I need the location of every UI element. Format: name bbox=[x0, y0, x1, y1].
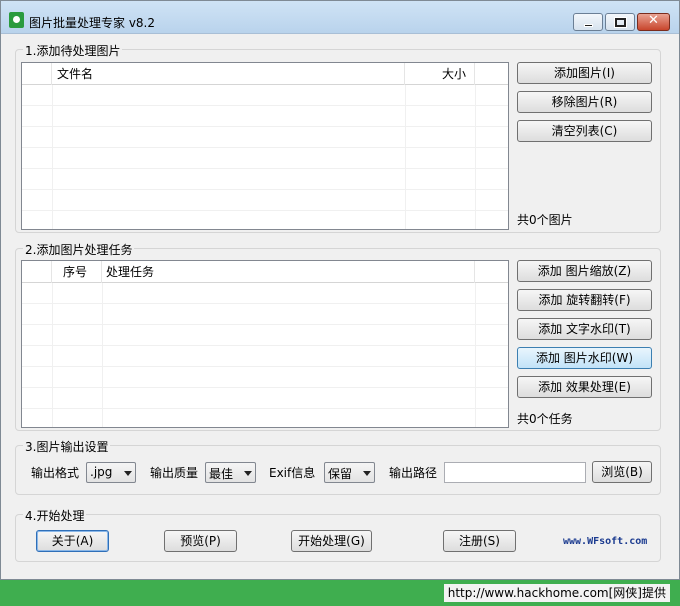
add-image-watermark-button[interactable]: 添加 图片水印(W) bbox=[517, 347, 652, 369]
output-path-input[interactable] bbox=[444, 462, 586, 483]
add-images-group-label: 1.添加待处理图片 bbox=[23, 42, 123, 59]
maximize-icon bbox=[614, 17, 627, 28]
output-format-label: 输出格式 bbox=[31, 466, 80, 480]
table-row bbox=[22, 106, 508, 127]
column-header-size[interactable]: 大小 bbox=[405, 63, 475, 85]
start-process-button[interactable]: 开始处理(G) bbox=[291, 530, 372, 552]
task-count: 共0个任务 bbox=[517, 412, 573, 426]
exif-select[interactable]: 保留 bbox=[324, 462, 375, 483]
column-header-blank[interactable] bbox=[22, 261, 52, 283]
table-row bbox=[22, 283, 508, 304]
output-quality-select[interactable]: 最佳 bbox=[205, 462, 256, 483]
output-format-select[interactable]: .jpg bbox=[86, 462, 136, 483]
register-button[interactable]: 注册(S) bbox=[443, 530, 516, 552]
add-image-button[interactable]: 添加图片(I) bbox=[517, 62, 652, 84]
table-row bbox=[22, 169, 508, 190]
output-quality-value: 最佳 bbox=[209, 467, 234, 481]
start-group-label: 4.开始处理 bbox=[23, 507, 87, 524]
add-effect-task-button[interactable]: 添加 效果处理(E) bbox=[517, 376, 652, 398]
column-header-seq[interactable]: 序号 bbox=[52, 261, 102, 283]
column-header-filler bbox=[475, 63, 508, 85]
output-format-value: .jpg bbox=[90, 465, 113, 479]
column-header-filename[interactable]: 文件名 bbox=[52, 63, 405, 85]
add-resize-task-button[interactable]: 添加 图片缩放(Z) bbox=[517, 260, 652, 282]
table-row bbox=[22, 304, 508, 325]
minimize-button[interactable] bbox=[573, 13, 603, 31]
task-list[interactable]: 序号 处理任务 bbox=[21, 260, 509, 428]
minimize-icon bbox=[584, 24, 593, 27]
image-list-header: 文件名 大小 bbox=[22, 63, 508, 85]
column-header-task[interactable]: 处理任务 bbox=[102, 261, 475, 283]
exif-value: 保留 bbox=[328, 467, 353, 481]
browse-button[interactable]: 浏览(B) bbox=[592, 461, 652, 483]
about-button[interactable]: 关于(A) bbox=[36, 530, 109, 552]
table-row bbox=[22, 211, 508, 229]
preview-button[interactable]: 预览(P) bbox=[164, 530, 237, 552]
table-row bbox=[22, 409, 508, 427]
image-count: 共0个图片 bbox=[517, 213, 573, 227]
table-row bbox=[22, 346, 508, 367]
output-quality-label: 输出质量 bbox=[150, 466, 199, 480]
app-icon bbox=[9, 12, 24, 28]
table-row bbox=[22, 367, 508, 388]
close-button[interactable]: ✕ bbox=[637, 13, 670, 31]
table-row bbox=[22, 127, 508, 148]
exif-label: Exif信息 bbox=[269, 466, 316, 480]
table-row bbox=[22, 388, 508, 409]
table-row bbox=[22, 325, 508, 346]
image-list[interactable]: 文件名 大小 bbox=[21, 62, 509, 230]
footer-credit: http://www.hackhome.com[网侠]提供 bbox=[443, 584, 670, 602]
output-settings-group-label: 3.图片输出设置 bbox=[23, 438, 111, 455]
chevron-down-icon bbox=[363, 471, 371, 476]
chevron-down-icon bbox=[124, 471, 132, 476]
window-title: 图片批量处理专家 v8.2 bbox=[29, 16, 156, 30]
output-path-label: 输出路径 bbox=[389, 466, 438, 480]
clear-list-button[interactable]: 清空列表(C) bbox=[517, 120, 652, 142]
website-link[interactable]: www.WFsoft.com bbox=[563, 536, 647, 547]
column-header-index[interactable] bbox=[22, 63, 52, 85]
main-window: 图片批量处理专家 v8.2 ✕ 1.添加待处理图片 文件名 大小 添加图片(I)… bbox=[0, 0, 680, 580]
add-rotate-task-button[interactable]: 添加 旋转翻转(F) bbox=[517, 289, 652, 311]
column-header-filler bbox=[475, 261, 508, 283]
add-text-watermark-button[interactable]: 添加 文字水印(T) bbox=[517, 318, 652, 340]
remove-image-button[interactable]: 移除图片(R) bbox=[517, 91, 652, 113]
maximize-button[interactable] bbox=[605, 13, 635, 31]
table-row bbox=[22, 85, 508, 106]
task-list-header: 序号 处理任务 bbox=[22, 261, 508, 283]
close-icon: ✕ bbox=[648, 13, 659, 28]
footer-bar: http://www.hackhome.com[网侠]提供 bbox=[0, 580, 680, 606]
tasks-group-label: 2.添加图片处理任务 bbox=[23, 241, 135, 258]
chevron-down-icon bbox=[244, 471, 252, 476]
table-row bbox=[22, 190, 508, 211]
table-row bbox=[22, 148, 508, 169]
title-bar[interactable]: 图片批量处理专家 v8.2 ✕ bbox=[1, 1, 679, 34]
